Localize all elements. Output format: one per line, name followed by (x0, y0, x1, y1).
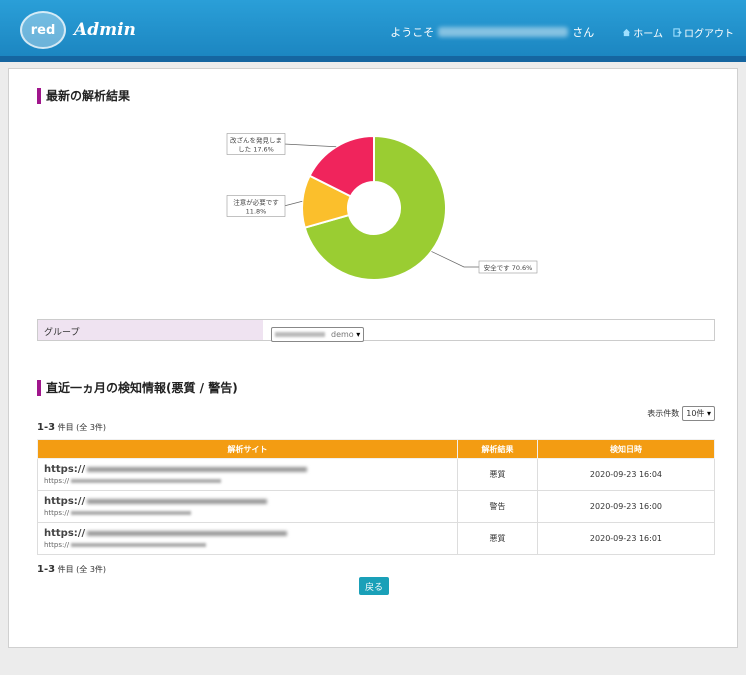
result-cell: 悪質 (457, 522, 538, 555)
date-cell: 2020-09-23 16:00 (536, 490, 716, 523)
header-user-area: ようこそ さん ホーム ログアウト (390, 24, 734, 40)
site-url-link[interactable]: https:// (44, 528, 451, 539)
url-prefix: https:// (44, 464, 86, 475)
section-bar (37, 379, 41, 396)
site-cell: https:// https:// (37, 458, 458, 491)
url-sub-blurred (71, 479, 222, 483)
logout-icon (673, 27, 682, 37)
top-header: red Admin ようこそ さん ホーム ログアウト (0, 0, 746, 62)
label-leader-line (431, 251, 479, 268)
per-page-select[interactable]: 10件 ▾ (682, 406, 715, 421)
url-sub-prefix: https:// (44, 541, 70, 549)
url-sub-blurred (71, 511, 192, 515)
group-select-blurred-text (275, 332, 325, 337)
url-blurred (87, 499, 268, 504)
col-site[interactable]: 解析サイト (37, 439, 458, 459)
slice-label-text: 11.8% (246, 208, 267, 216)
table-row[interactable]: https:// https:// 悪質 2020-09-23 16:04 (37, 458, 716, 491)
slice-label-text: 注意が必要です (233, 198, 279, 207)
logo[interactable]: red Admin (20, 11, 136, 49)
url-prefix: https:// (44, 528, 86, 539)
per-page-control: 表示件数 10件 ▾ (647, 406, 715, 421)
url-sub-prefix: https:// (44, 509, 70, 517)
count-range: 1-3 (37, 422, 56, 433)
slice-label-text: 安全です 70.6% (484, 263, 533, 272)
count-text: 件目 (全 3件) (57, 423, 107, 432)
group-select[interactable]: demo ▾ (271, 327, 365, 342)
table-row[interactable]: https:// https:// 悪質 2020-09-23 16:01 (37, 522, 716, 555)
url-blurred (87, 467, 308, 472)
result-count-bottom: 1-3 件目 (全 3件) (37, 564, 106, 575)
result-count-top: 1-3 件目 (全 3件) (37, 422, 106, 433)
home-link[interactable]: ホーム (622, 25, 663, 40)
table-row[interactable]: https:// https:// 警告 2020-09-23 16:00 (37, 490, 716, 523)
count-text: 件目 (全 3件) (57, 565, 107, 574)
site-cell: https:// https:// (37, 490, 458, 523)
site-url-sub: https:// (44, 477, 451, 485)
group-filter-row: グループ demo ▾ (37, 319, 715, 342)
col-date[interactable]: 検知日時 (536, 439, 716, 459)
main-panel: 最新の解析結果 安全です 70.6% 注意が必要です 11.8% 改ざんを発見しま した… (8, 68, 738, 648)
date-cell: 2020-09-23 16:01 (536, 522, 716, 555)
col-result[interactable]: 解析結果 (457, 439, 538, 459)
site-url-link[interactable]: https:// (44, 464, 451, 475)
group-label: グループ (38, 320, 263, 340)
slice-label-text: 改ざんを発見しま (230, 136, 282, 145)
logout-link[interactable]: ログアウト (673, 25, 734, 40)
site-url-link[interactable]: https:// (44, 496, 451, 507)
back-button[interactable]: 戻る (359, 577, 389, 595)
chevron-down-icon: ▾ (353, 330, 361, 339)
logout-link-label: ログアウト (684, 28, 734, 40)
group-select-suffix: demo (331, 330, 354, 339)
slice-label-text: した 17.6% (238, 146, 274, 154)
honorific-text: さん (572, 26, 595, 39)
per-page-value: 10件 (686, 409, 705, 418)
site-cell: https:// https:// (37, 522, 458, 555)
home-link-label: ホーム (633, 28, 663, 40)
group-value-cell: demo ▾ (263, 320, 714, 342)
site-url-sub: https:// (44, 541, 451, 549)
per-page-label: 表示件数 (647, 409, 680, 418)
count-range: 1-3 (37, 564, 56, 575)
site-url-sub: https:// (44, 509, 451, 517)
logo-text: Admin (74, 20, 136, 40)
label-leader-line (283, 143, 337, 148)
detections-table: 解析サイト 解析結果 検知日時 https:// https:// 悪質 202… (37, 439, 716, 555)
detections-title-text: 直近一ヵ月の検知情報(悪質 / 警告) (46, 381, 238, 395)
chevron-down-icon: ▾ (704, 409, 711, 418)
result-donut-chart: 安全です 70.6% 注意が必要です11.8% 改ざんを発見しました 17.6% (226, 133, 538, 281)
url-blurred (87, 531, 288, 536)
home-icon (623, 28, 631, 36)
welcome-text: ようこそ (390, 26, 435, 39)
url-prefix: https:// (44, 496, 86, 507)
url-sub-blurred (71, 543, 207, 547)
logo-badge: red (20, 11, 66, 49)
result-cell: 悪質 (457, 458, 538, 491)
date-cell: 2020-09-23 16:04 (536, 458, 716, 491)
username-blurred (438, 27, 569, 37)
label-leader-line (283, 200, 303, 207)
detections-section-title: 直近一ヵ月の検知情報(悪質 / 警告) (37, 379, 238, 396)
result-cell: 警告 (457, 490, 538, 523)
table-header-row: 解析サイト 解析結果 検知日時 (37, 439, 716, 459)
url-sub-prefix: https:// (44, 477, 70, 485)
